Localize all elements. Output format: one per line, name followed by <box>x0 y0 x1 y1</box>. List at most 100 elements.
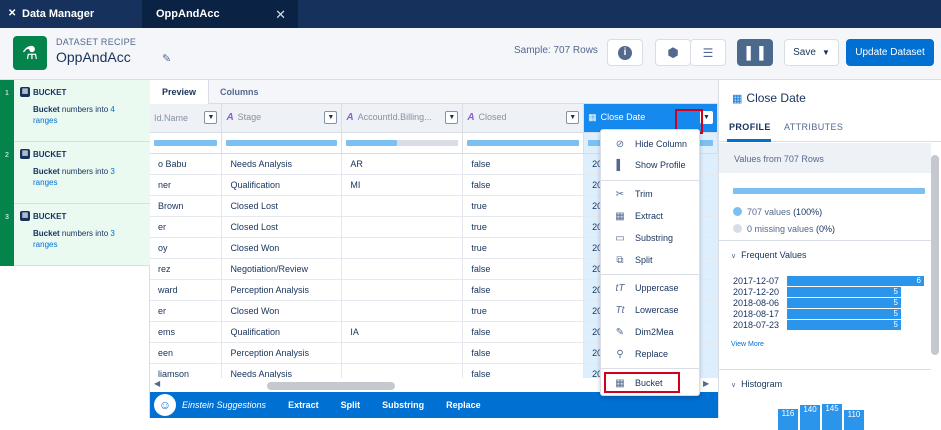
table-cell: true <box>462 216 585 238</box>
menu-item-substring[interactable]: ▭ Substring <box>601 227 701 249</box>
menu-divider <box>601 180 701 181</box>
frequent-value-bar[interactable]: 5 <box>787 287 901 297</box>
frequent-value-bar[interactable]: 5 <box>787 298 901 308</box>
menu-item-dim2mea[interactable]: ✎ Dim2Mea <box>601 321 701 343</box>
suggestion-replace[interactable]: Replace <box>446 400 481 410</box>
table-cell <box>341 300 464 322</box>
table-cell: ems <box>150 321 223 343</box>
table-cell: IA <box>341 321 464 343</box>
histogram-bar[interactable]: 116 <box>778 409 798 430</box>
table-cell: ner <box>150 174 223 196</box>
frequent-value-bar[interactable]: 6 <box>787 276 924 286</box>
pencil-icon: ✎ <box>615 326 625 338</box>
column-menu-button[interactable]: ▼ <box>204 111 218 124</box>
table-cell: Qualification <box>221 321 343 343</box>
values-count: 707 values (100%) <box>747 207 823 217</box>
recipe-step-3[interactable]: 3 ▦ BUCKET Bucket numbers into 3 ranges <box>0 204 150 266</box>
histogram-bar[interactable]: 145 <box>822 404 842 430</box>
table-cell: rez <box>150 258 223 280</box>
menu-label: Lowercase <box>635 305 679 315</box>
menu-label: Replace <box>635 349 669 359</box>
column-header-stage[interactable]: A Stage ▼ <box>221 104 343 133</box>
menu-item-split[interactable]: ⧉ Split <box>601 249 701 271</box>
table-cell: Closed Won <box>221 300 343 322</box>
scrollbar-thumb[interactable] <box>267 382 395 390</box>
close-icon[interactable]: ✕ <box>275 7 286 23</box>
hexagon-plus-icon: ⬢ <box>667 44 679 60</box>
active-tab-indicator <box>727 139 771 142</box>
column-fill-bar <box>341 132 464 154</box>
menu-item-uppercase[interactable]: tT Uppercase <box>601 277 701 299</box>
menu-item-trim[interactable]: ✂ Trim <box>601 183 701 205</box>
update-label: Update Dataset <box>855 47 925 58</box>
frequent-value-label: 2018-08-17 <box>733 309 780 319</box>
scroll-right-icon[interactable]: ▶ <box>703 379 709 388</box>
edit-title-icon[interactable]: ✎ <box>162 52 171 65</box>
recipe-step-2[interactable]: 2 ▦ BUCKET Bucket numbers into 3 ranges <box>0 142 150 204</box>
values-legend-dot <box>733 207 742 216</box>
frequent-value-bar[interactable]: 5 <box>787 309 901 319</box>
view-more-link[interactable]: View More <box>731 341 764 348</box>
recipe-step-1[interactable]: 1 ▦ BUCKET Bucket numbers into 4 ranges <box>0 80 150 142</box>
bucket-icon: ▦ <box>20 87 30 97</box>
vertical-scrollbar[interactable] <box>931 155 939 355</box>
column-header-billing[interactable]: A AccountId.Billing... ▼ <box>341 104 464 133</box>
scroll-left-icon[interactable]: ◀ <box>154 379 160 388</box>
add-node-button[interactable]: ⬢ <box>655 39 691 66</box>
column-menu-button[interactable]: ▼ <box>324 111 338 124</box>
values-fill-bar <box>733 188 925 194</box>
frequent-value-label: 2017-12-07 <box>733 276 780 286</box>
column-fill-bar <box>150 132 223 154</box>
tab-preview[interactable]: Preview <box>150 80 210 105</box>
menu-divider <box>601 368 701 369</box>
histogram-bar[interactable]: 110 <box>844 410 864 430</box>
info-button[interactable]: i <box>607 39 643 66</box>
table-cell: true <box>462 237 585 259</box>
table-cell: Perception Analysis <box>221 342 343 364</box>
header-subtitle: DATASET RECIPE <box>56 37 137 47</box>
tab-data-manager[interactable]: ✕ Data Manager <box>0 0 142 28</box>
sample-rows-label: Sample: 707 Rows <box>514 45 598 56</box>
einstein-label: Einstein Suggestions <box>182 400 267 410</box>
menu-item-replace[interactable]: ⚲ Replace <box>601 343 701 365</box>
frequent-value-bar[interactable]: 5 <box>787 320 901 330</box>
menu-divider <box>601 274 701 275</box>
save-button[interactable]: Save ▼ <box>784 39 839 66</box>
histogram-header[interactable]: ∨ Histogram <box>731 379 782 389</box>
tab-attributes[interactable]: ATTRIBUTES <box>784 122 843 132</box>
column-header-name[interactable]: Id.Name ▼ <box>150 104 223 133</box>
menu-item-show-profile[interactable]: ▌ Show Profile <box>601 154 701 176</box>
menu-label: Split <box>635 255 653 265</box>
frequent-value-label: 2018-08-06 <box>733 298 780 308</box>
menu-item-extract[interactable]: ▦ Extract <box>601 205 701 227</box>
table-cell <box>341 216 464 238</box>
step-description: Bucket numbers into 3 ranges <box>33 167 115 187</box>
section-divider <box>719 369 931 370</box>
menu-label: Show Profile <box>635 160 686 170</box>
table-cell: false <box>462 279 585 301</box>
suggestion-substring[interactable]: Substring <box>382 400 424 410</box>
table-cell: AR <box>341 153 464 175</box>
menu-item-lowercase[interactable]: Tt Lowercase <box>601 299 701 321</box>
table-cell: er <box>150 216 223 238</box>
frequent-values-header[interactable]: ∨ Frequent Values <box>731 250 807 260</box>
tab-columns[interactable]: Columns <box>208 80 271 104</box>
column-menu-button[interactable]: ▼ <box>445 111 459 124</box>
text-type-icon: A <box>467 112 475 124</box>
step-title: BUCKET <box>33 212 67 221</box>
table-cell: een <box>150 342 223 364</box>
column-header-closed[interactable]: A Closed ▼ <box>462 104 585 133</box>
menu-item-hide-column[interactable]: ⊘ Hide Column <box>601 133 701 155</box>
suggestion-extract[interactable]: Extract <box>288 400 319 410</box>
column-menu-button[interactable]: ▼ <box>566 111 580 124</box>
tab-profile[interactable]: PROFILE <box>729 122 771 132</box>
filter-list-button[interactable]: ☰ <box>690 39 726 66</box>
update-dataset-button[interactable]: Update Dataset <box>846 39 934 66</box>
suggestion-split[interactable]: Split <box>341 400 361 410</box>
profile-panel-toggle-button[interactable]: ▌▐ <box>737 39 773 66</box>
table-cell: o Babu <box>150 153 223 175</box>
column-profile-icon: ▌▐ <box>746 45 764 60</box>
tab-oppandacc[interactable]: OppAndAcc ✕ <box>142 0 298 28</box>
step-title: BUCKET <box>33 88 67 97</box>
bucket-icon: ▦ <box>20 149 30 159</box>
